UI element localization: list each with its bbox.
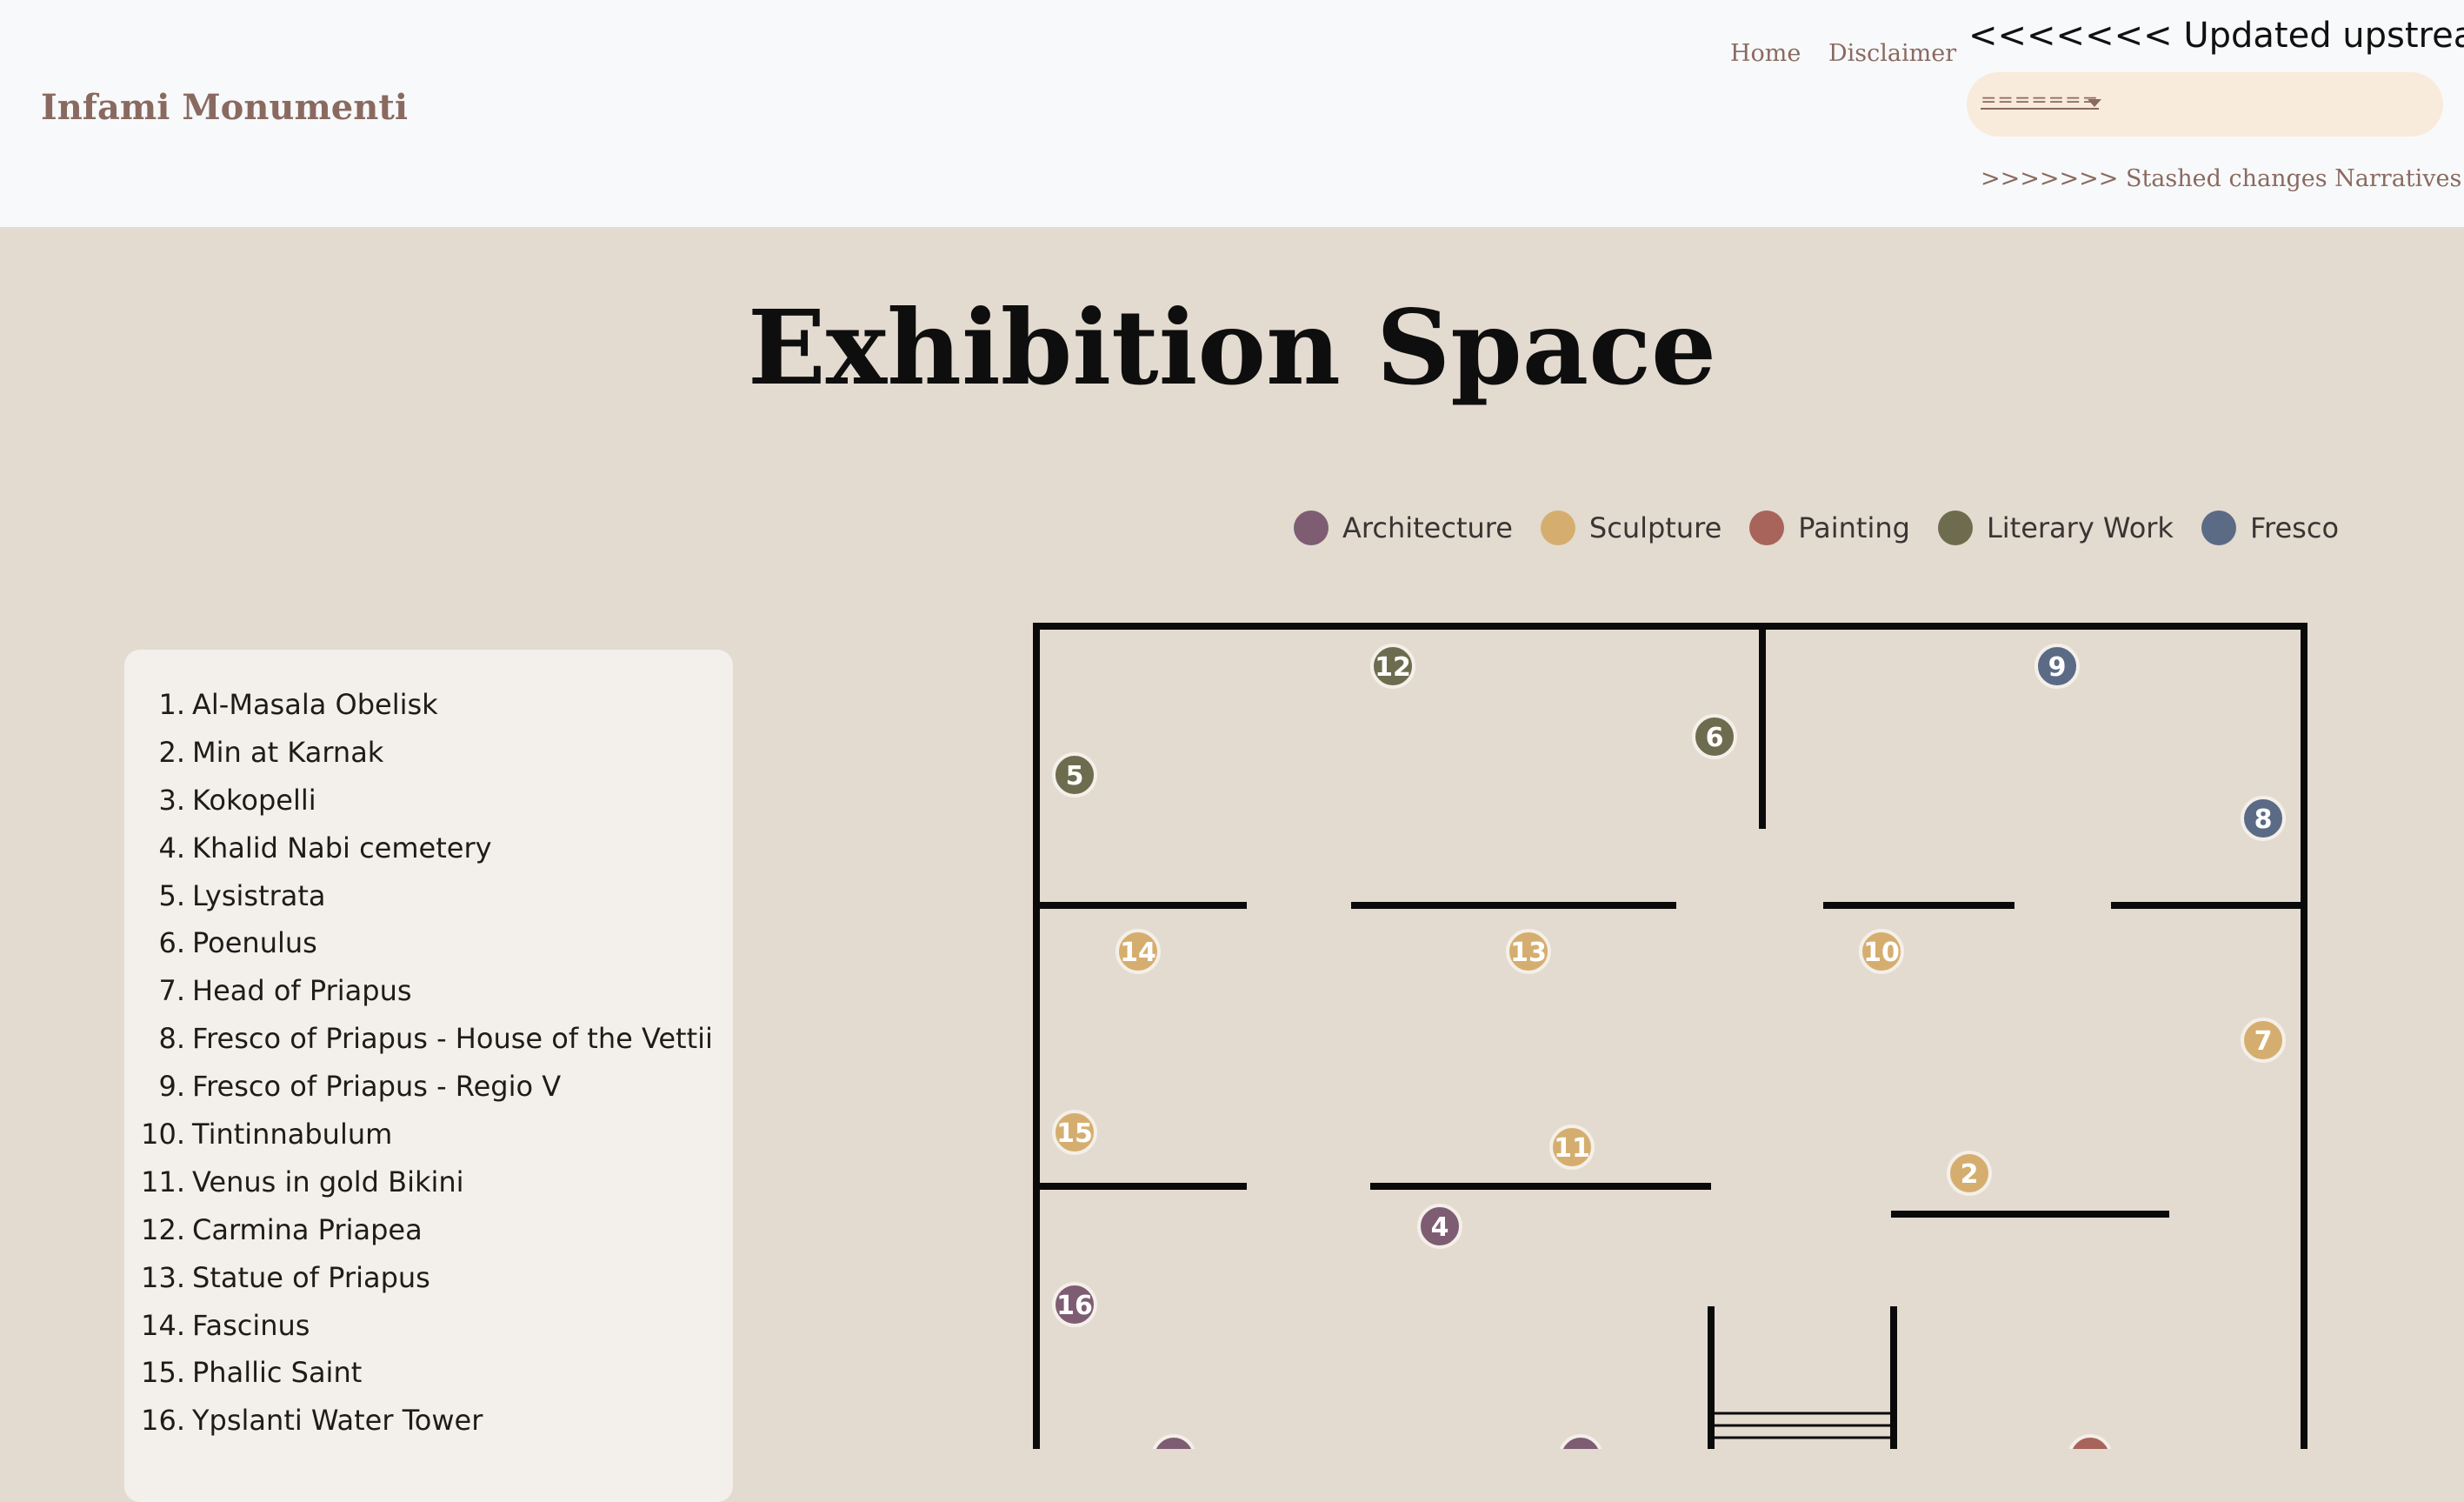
exhibit-marker[interactable]: 7 bbox=[2241, 1018, 2286, 1063]
exhibit-marker[interactable]: 12 bbox=[1370, 644, 1415, 689]
exhibit-marker-dot bbox=[2068, 1434, 2112, 1449]
exhibit-marker[interactable] bbox=[1559, 1434, 1602, 1449]
exhibit-marker-number: 13 bbox=[1510, 938, 1547, 968]
exhibit-marker-number: 5 bbox=[1066, 761, 1084, 791]
exhibit-marker[interactable]: 16 bbox=[1052, 1282, 1097, 1327]
exhibit-marker-number: 4 bbox=[1431, 1212, 1449, 1243]
exhibit-marker[interactable]: 4 bbox=[1417, 1204, 1462, 1249]
exhibit-marker-number: 14 bbox=[1120, 938, 1156, 968]
exhibit-marker-number: 10 bbox=[1863, 938, 1900, 968]
exhibit-marker-number: 15 bbox=[1056, 1118, 1093, 1149]
exhibit-marker-number: 8 bbox=[2254, 804, 2273, 835]
exhibit-markers: 12 9 6 5 8 14 13 10 7 15 11 2 4 16 bbox=[1052, 644, 2286, 1449]
exhibit-marker[interactable] bbox=[2068, 1434, 2112, 1449]
exhibit-marker-number: 6 bbox=[1706, 723, 1724, 753]
floor-plan: 12 9 6 5 8 14 13 10 7 15 11 2 4 16 bbox=[1033, 623, 2308, 1449]
exhibit-marker[interactable]: 14 bbox=[1115, 929, 1161, 974]
exhibit-marker[interactable]: 2 bbox=[1947, 1151, 1992, 1196]
exhibit-marker-number: 2 bbox=[1961, 1159, 1979, 1190]
staircase bbox=[1713, 1412, 1892, 1439]
exhibit-marker[interactable]: 9 bbox=[2034, 644, 2080, 689]
exhibit-marker[interactable]: 13 bbox=[1506, 929, 1551, 974]
exhibit-marker[interactable] bbox=[1152, 1434, 1195, 1449]
exhibit-marker[interactable]: 15 bbox=[1052, 1110, 1097, 1155]
exhibit-marker-number: 7 bbox=[2254, 1026, 2273, 1057]
exhibit-marker[interactable]: 10 bbox=[1859, 929, 1904, 974]
exhibit-marker-number: 11 bbox=[1554, 1133, 1590, 1164]
exhibit-marker-dot bbox=[1559, 1434, 1602, 1449]
exhibit-marker-dot bbox=[1152, 1434, 1195, 1449]
exhibit-marker-number: 16 bbox=[1056, 1291, 1093, 1321]
exhibit-marker-number: 12 bbox=[1375, 652, 1411, 683]
exhibit-marker[interactable]: 8 bbox=[2241, 796, 2286, 841]
floor-plan-walls bbox=[1033, 623, 2308, 1449]
exhibit-marker[interactable]: 11 bbox=[1549, 1125, 1595, 1170]
exhibit-marker-number: 9 bbox=[2048, 652, 2067, 683]
exhibit-marker[interactable]: 5 bbox=[1052, 752, 1097, 798]
exhibit-marker[interactable]: 6 bbox=[1692, 714, 1737, 759]
